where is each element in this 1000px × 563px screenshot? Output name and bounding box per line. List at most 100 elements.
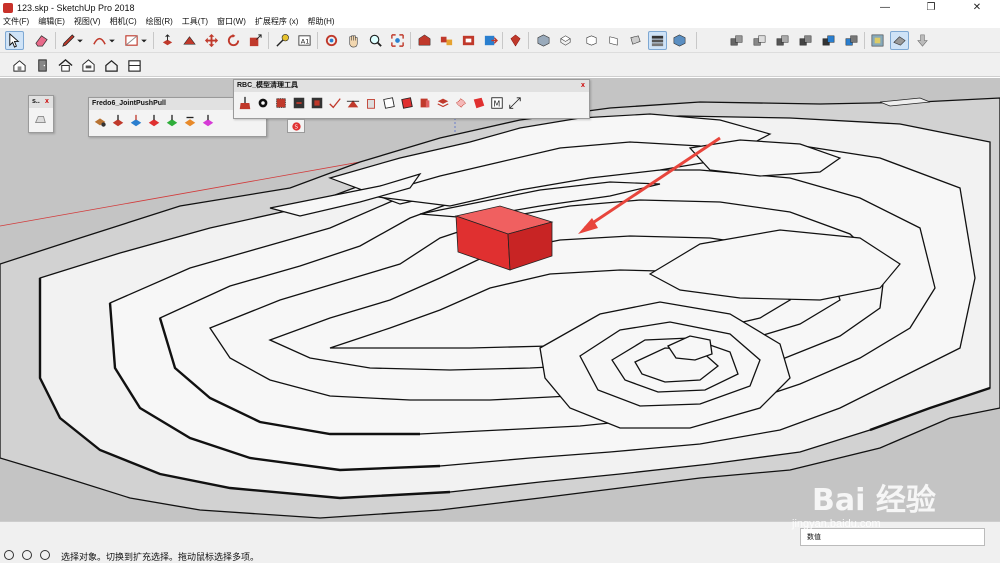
menu-bar: 文件(F) 编辑(E) 视图(V) 相机(C) 绘图(R) 工具(T) 窗口(W…: [0, 15, 1000, 28]
menu-camera[interactable]: 相机(C): [110, 16, 137, 27]
house-tool-d-button[interactable]: [102, 56, 121, 75]
stacked-boxes-icon: [730, 35, 743, 46]
download-tool-button[interactable]: [913, 31, 932, 50]
scale-icon: [249, 34, 262, 47]
menu-tools[interactable]: 工具(T): [182, 16, 208, 27]
terrain-sandbox-button[interactable]: [31, 110, 48, 127]
house-tool-c-button[interactable]: [79, 56, 98, 75]
rbc-edges-button[interactable]: [308, 94, 325, 111]
shaded-style-button[interactable]: [648, 31, 667, 50]
component-tool-d-button[interactable]: [796, 31, 815, 50]
view-back-button[interactable]: [626, 31, 645, 50]
component-tool-b-button[interactable]: [750, 31, 769, 50]
view-iso-button[interactable]: [534, 31, 553, 50]
close-icon[interactable]: x: [43, 98, 51, 106]
pan-tool-button[interactable]: [344, 31, 363, 50]
rbc-extra-button[interactable]: S: [287, 119, 305, 133]
tape-measure-tool-button[interactable]: [273, 31, 292, 50]
text-tool-button[interactable]: A1: [295, 31, 314, 50]
vector-push-pull-button[interactable]: [109, 112, 126, 129]
push-pull-tool-button[interactable]: [158, 31, 177, 50]
rbc-group-button[interactable]: [470, 94, 487, 111]
front-view-icon: [586, 35, 597, 46]
scale-tool-button[interactable]: [246, 31, 265, 50]
menu-view[interactable]: 视图(V): [74, 16, 101, 27]
component-tool-e-button[interactable]: [819, 31, 838, 50]
rotate-tool-button[interactable]: [224, 31, 243, 50]
house-tool-b-button[interactable]: [56, 56, 75, 75]
orbit-tool-button[interactable]: [322, 31, 341, 50]
menu-file[interactable]: 文件(F): [3, 16, 29, 27]
line-dropdown-button[interactable]: [76, 31, 84, 50]
follow-me-tool-button[interactable]: [180, 31, 199, 50]
magnifier-icon: [369, 34, 382, 47]
3d-warehouse-button[interactable]: [415, 31, 434, 50]
component-tool-a-button[interactable]: [727, 31, 746, 50]
rbc-purge-button[interactable]: [272, 94, 289, 111]
rbc-dimension-button[interactable]: [506, 94, 523, 111]
minimize-button[interactable]: —: [862, 0, 908, 15]
house-tool-a-button[interactable]: [10, 56, 29, 75]
rbc-red-face-button[interactable]: [398, 94, 415, 111]
send-to-layout-button[interactable]: [481, 31, 500, 50]
select-tool-button[interactable]: [5, 31, 24, 50]
rbc-layers-button[interactable]: [434, 94, 451, 111]
move-tool-button[interactable]: [202, 31, 221, 50]
rbc-broom-button[interactable]: [236, 94, 253, 111]
close-icon[interactable]: x: [579, 82, 587, 90]
menu-edit[interactable]: 编辑(E): [38, 16, 65, 27]
svg-text:A1: A1: [301, 37, 310, 45]
credits-icon[interactable]: [22, 550, 32, 560]
follow-push-pull-button[interactable]: [163, 112, 180, 129]
close-button[interactable]: ✕: [954, 0, 1000, 15]
rbc-align-button[interactable]: [344, 94, 361, 111]
rbc-faces-button[interactable]: [290, 94, 307, 111]
joint-push-pull-button[interactable]: [91, 112, 108, 129]
undo-push-pull-button[interactable]: [181, 112, 198, 129]
window-frame-tool-button[interactable]: [125, 56, 144, 75]
toolbar-separator: [317, 32, 318, 49]
menu-extensions[interactable]: 扩展程序 (x): [255, 16, 299, 27]
baidu-watermark: Bai 经验 jingyan.baidu.com: [752, 455, 952, 545]
component-tool-c-button[interactable]: [773, 31, 792, 50]
geo-location-icon[interactable]: [4, 550, 14, 560]
model-info-button[interactable]: [868, 31, 887, 50]
view-right-button[interactable]: [604, 31, 623, 50]
arc-dropdown-button[interactable]: [108, 31, 116, 50]
zoom-extents-button[interactable]: [388, 31, 407, 50]
arc-tool-button[interactable]: [90, 31, 109, 50]
extrude-push-pull-button[interactable]: [145, 112, 162, 129]
zoom-tool-button[interactable]: [366, 31, 385, 50]
menu-help[interactable]: 帮助(H): [307, 16, 334, 27]
component-tool-f-button[interactable]: [842, 31, 861, 50]
rbc-plane-button[interactable]: [380, 94, 397, 111]
menu-window[interactable]: 窗口(W): [217, 16, 246, 27]
layers-icon: [436, 98, 449, 107]
finish-push-pull-button[interactable]: [199, 112, 216, 129]
rbc-settings-button[interactable]: [254, 94, 271, 111]
rbc-check-button[interactable]: [326, 94, 343, 111]
textured-style-button[interactable]: [670, 31, 689, 50]
rbc-model-button[interactable]: M: [488, 94, 505, 111]
rectangle-dropdown-button[interactable]: [140, 31, 148, 50]
eraser-tool-button[interactable]: [32, 31, 51, 50]
door-tool-button[interactable]: [33, 56, 52, 75]
terrain-tool-button[interactable]: [890, 31, 909, 50]
rbc-component-button[interactable]: [416, 94, 433, 111]
menu-draw[interactable]: 绘图(R): [146, 16, 173, 27]
rbc-materials-button[interactable]: [452, 94, 469, 111]
window-frame-icon: [128, 60, 141, 72]
extension-warehouse-button[interactable]: [459, 31, 478, 50]
rbc-delete-button[interactable]: [362, 94, 379, 111]
stacked-boxes-icon: [799, 35, 812, 46]
components-button[interactable]: [437, 31, 456, 50]
push-pull-blue-icon: [130, 114, 141, 126]
view-top-button[interactable]: [556, 31, 575, 50]
maximize-button[interactable]: ❐: [908, 0, 954, 15]
extension-manager-button[interactable]: [506, 31, 525, 50]
rectangle-tool-button[interactable]: [122, 31, 141, 50]
view-front-button[interactable]: [582, 31, 601, 50]
m-box-icon: M: [490, 96, 503, 109]
help-icon[interactable]: [40, 550, 50, 560]
normal-push-pull-button[interactable]: [127, 112, 144, 129]
